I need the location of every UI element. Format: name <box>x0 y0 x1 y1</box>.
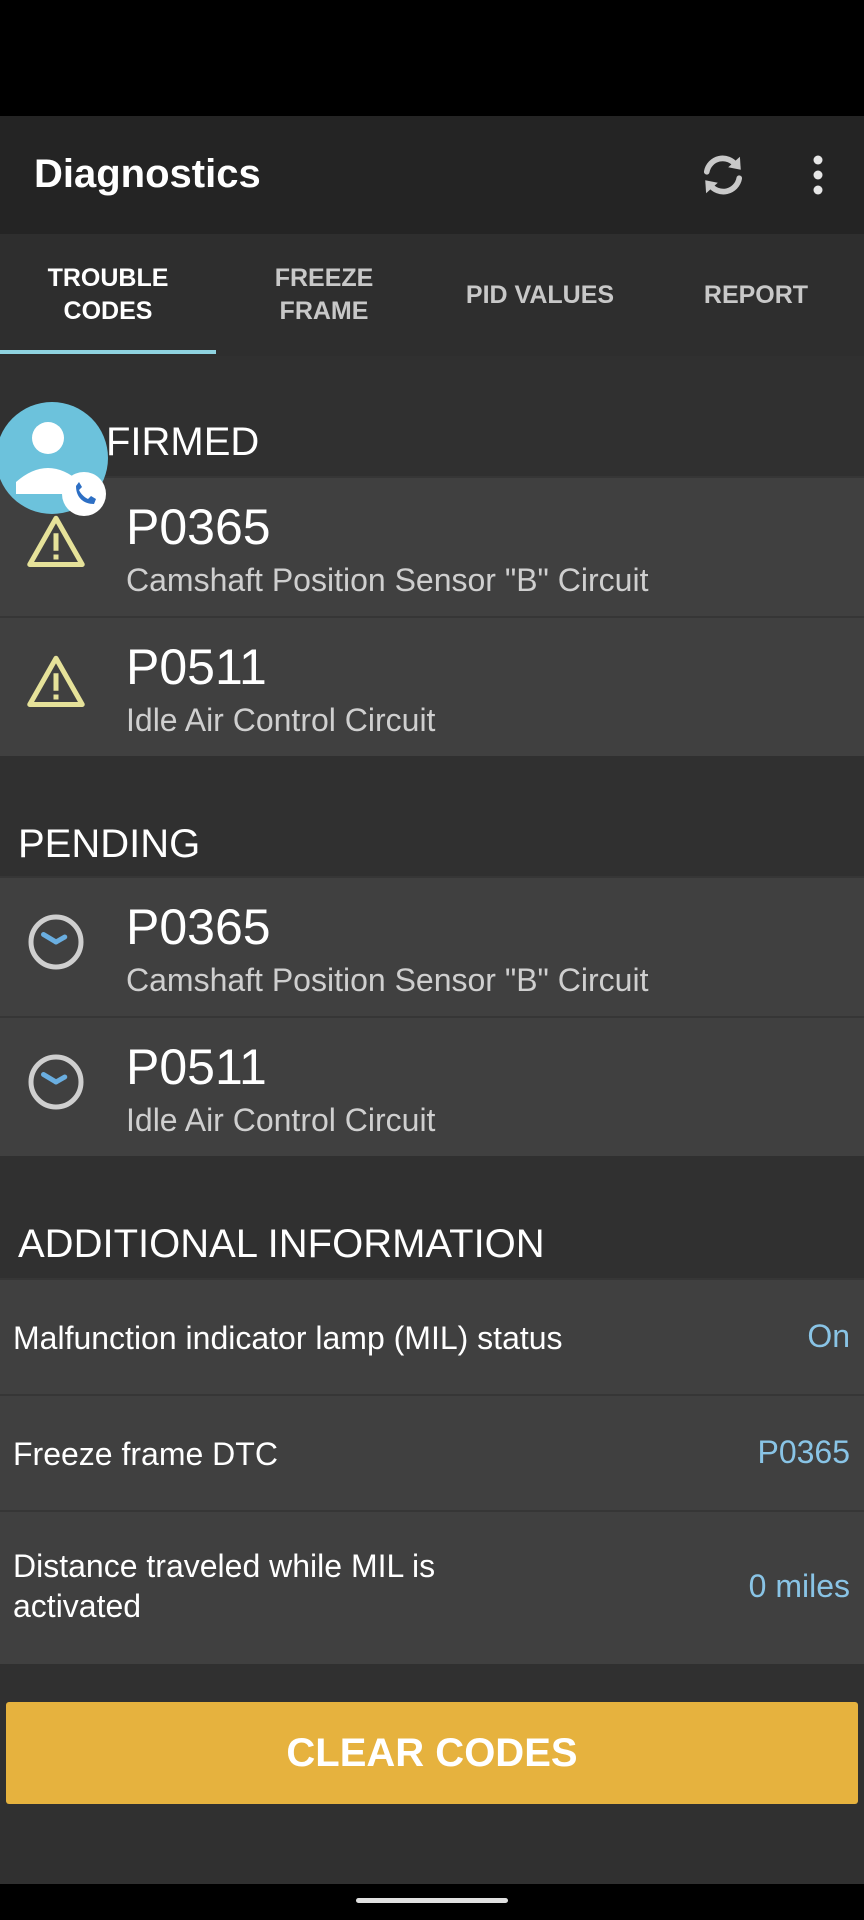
list-item[interactable]: P0511 Idle Air Control Circuit <box>0 616 864 756</box>
tab-label: TROUBLE CODES <box>47 264 169 325</box>
tab-indicator <box>0 350 216 354</box>
avatar-icon <box>0 402 108 516</box>
page-title: Diagnostics <box>34 152 261 196</box>
tab-label: PID VALUES <box>465 280 615 309</box>
tab-pid-values[interactable]: PID VALUES <box>432 234 648 356</box>
dtc-code: P0511 <box>126 1039 267 1095</box>
info-row-mil-status[interactable]: Malfunction indicator lamp (MIL) status … <box>0 1278 864 1394</box>
refresh-icon <box>703 155 743 195</box>
info-value: P0365 <box>757 1434 850 1470</box>
dtc-description: Idle Air Control Circuit <box>126 1102 436 1138</box>
section-title-pending: PENDING <box>18 822 201 866</box>
tab-freeze-frame[interactable]: FREEZE FRAME <box>216 234 432 356</box>
home-indicator[interactable] <box>356 1898 508 1903</box>
refresh-button[interactable] <box>680 116 766 234</box>
tab-trouble-codes[interactable]: TROUBLE CODES <box>0 234 216 356</box>
tab-bar: TROUBLE CODES FREEZE FRAME PID VALUES RE… <box>0 234 864 356</box>
dtc-code: P0365 <box>126 899 271 955</box>
info-value: 0 miles <box>748 1568 850 1604</box>
info-row-freeze-frame-dtc[interactable]: Freeze frame DTC P0365 <box>0 1394 864 1510</box>
dtc-description: Camshaft Position Sensor "B" Circuit <box>126 962 649 998</box>
dtc-description: Camshaft Position Sensor "B" Circuit <box>126 562 649 598</box>
dtc-code: P0511 <box>126 639 267 695</box>
contact-bubble[interactable] <box>0 402 108 516</box>
clear-codes-button[interactable]: CLEAR CODES <box>6 1702 858 1804</box>
info-label: Malfunction indicator lamp (MIL) status <box>13 1320 563 1356</box>
navigation-bar <box>0 1884 864 1920</box>
tab-report[interactable]: REPORT <box>648 234 864 356</box>
tab-label: REPORT <box>703 280 809 309</box>
info-label: Freeze frame DTC <box>13 1436 278 1472</box>
clock-icon <box>28 1054 84 1110</box>
info-value: On <box>807 1318 850 1354</box>
info-label: Distance traveled while MIL is activated <box>13 1548 436 1624</box>
dtc-code: P0365 <box>126 499 271 555</box>
tab-label: FREEZE FRAME <box>274 264 374 325</box>
list-item[interactable]: P0511 Idle Air Control Circuit <box>0 1016 864 1156</box>
clock-icon <box>28 914 84 970</box>
section-title-confirmed: FIRMED <box>106 420 260 464</box>
warning-icon <box>27 515 85 567</box>
more-vert-icon <box>813 155 823 195</box>
more-options-button[interactable] <box>780 116 856 234</box>
app-bar: Diagnostics <box>0 116 864 234</box>
list-item[interactable]: P0365 Camshaft Position Sensor "B" Circu… <box>0 876 864 1016</box>
section-title-additional-info: ADDITIONAL INFORMATION <box>18 1222 545 1266</box>
info-row-distance-mil[interactable]: Distance traveled while MIL is activated… <box>0 1510 864 1664</box>
warning-icon <box>27 655 85 707</box>
dtc-description: Idle Air Control Circuit <box>126 702 436 738</box>
status-bar <box>0 0 864 116</box>
list-item[interactable]: P0365 Camshaft Position Sensor "B" Circu… <box>0 476 864 616</box>
